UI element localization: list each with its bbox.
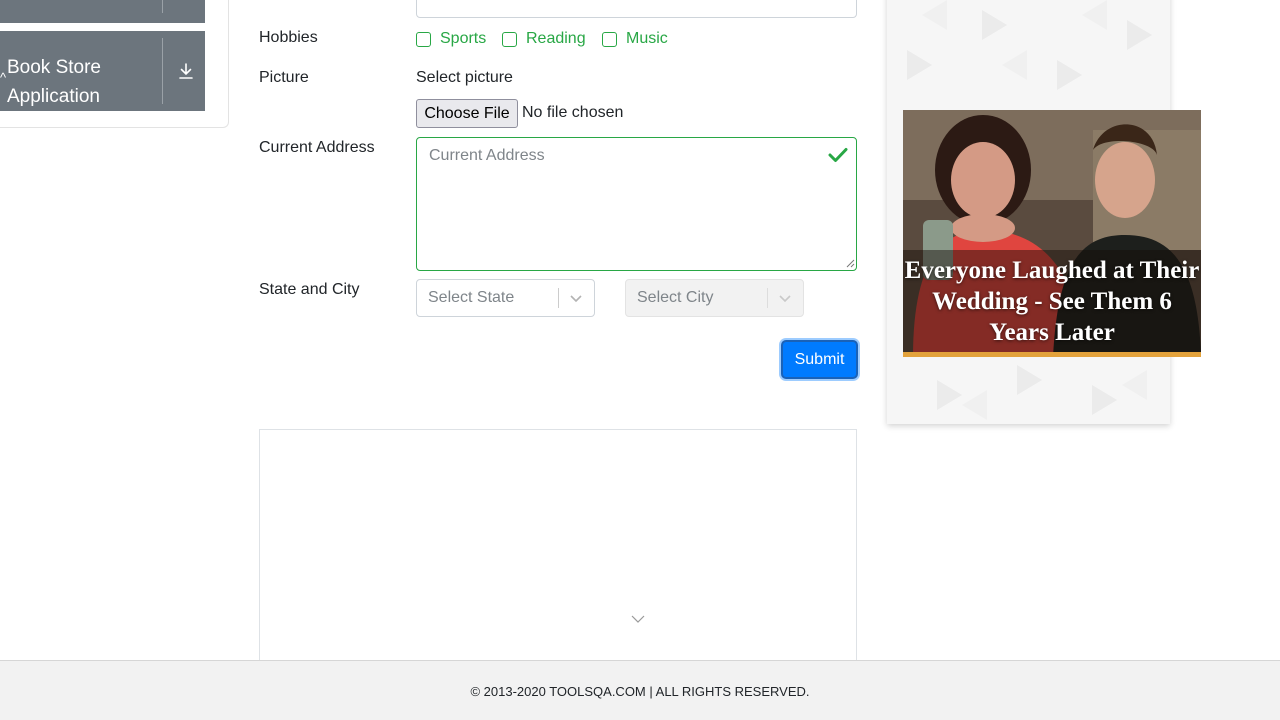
chevron-down-icon[interactable] xyxy=(569,292,583,304)
ad-caption[interactable]: Everyone Laughed at Their Wedding - See … xyxy=(903,255,1201,348)
city-select[interactable]: Select City xyxy=(625,279,804,317)
picture-label: Picture xyxy=(259,69,309,86)
checkbox-box[interactable] xyxy=(602,31,617,47)
checkbox-label[interactable]: Music xyxy=(626,30,668,48)
group-icon-fragment: ^ xyxy=(0,70,7,85)
select-picture-text: Select picture xyxy=(416,69,513,86)
hobby-sports-checkbox[interactable]: Sports xyxy=(416,29,486,49)
group-divider xyxy=(162,0,163,13)
footer: © 2013-2020 TOOLSQA.COM | ALL RIGHTS RES… xyxy=(0,660,1280,720)
ad-accent-bar xyxy=(903,352,1201,357)
hobbies-label: Hobbies xyxy=(259,29,318,46)
select-separator xyxy=(767,288,768,308)
sidebar-group-label-text: Book Store Application xyxy=(7,57,101,107)
submit-button[interactable]: Submit xyxy=(781,340,858,379)
hobby-reading-checkbox[interactable]: Reading xyxy=(502,29,586,49)
valid-check-icon xyxy=(828,148,848,162)
top-input-field[interactable] xyxy=(416,0,857,18)
choose-file-button[interactable]: Choose File xyxy=(416,99,518,128)
city-select-placeholder: Select City xyxy=(637,289,714,306)
checkbox-label[interactable]: Reading xyxy=(526,30,586,48)
current-address-label: Current Address xyxy=(259,139,375,156)
resize-grip-icon[interactable] xyxy=(846,259,855,268)
chevron-down-icon[interactable] xyxy=(778,292,792,304)
state-city-label: State and City xyxy=(259,281,360,298)
current-address-textarea[interactable] xyxy=(416,137,857,271)
file-status-text: No file chosen xyxy=(522,104,624,121)
sidebar-group-book-store[interactable]: ^ Book Store Application xyxy=(0,31,205,111)
state-select[interactable]: Select State xyxy=(416,279,595,317)
checkbox-box[interactable] xyxy=(416,31,431,47)
sidebar-group-label: ^ Book Store Application xyxy=(0,53,157,111)
empty-ad-panel xyxy=(259,429,857,669)
footer-copyright: © 2013-2020 TOOLSQA.COM | ALL RIGHTS RES… xyxy=(470,684,810,699)
state-select-placeholder: Select State xyxy=(428,289,515,306)
checkbox-box[interactable] xyxy=(502,31,517,47)
ad-image[interactable]: Everyone Laughed at Their Wedding - See … xyxy=(903,110,1201,357)
checkbox-label[interactable]: Sports xyxy=(440,30,486,48)
hobby-music-checkbox[interactable]: Music xyxy=(602,29,668,49)
sidebar-group-header[interactable] xyxy=(0,0,205,23)
download-icon[interactable] xyxy=(177,61,195,81)
chevron-down-icon[interactable] xyxy=(631,614,645,624)
select-separator xyxy=(558,288,559,308)
group-divider xyxy=(162,38,163,104)
